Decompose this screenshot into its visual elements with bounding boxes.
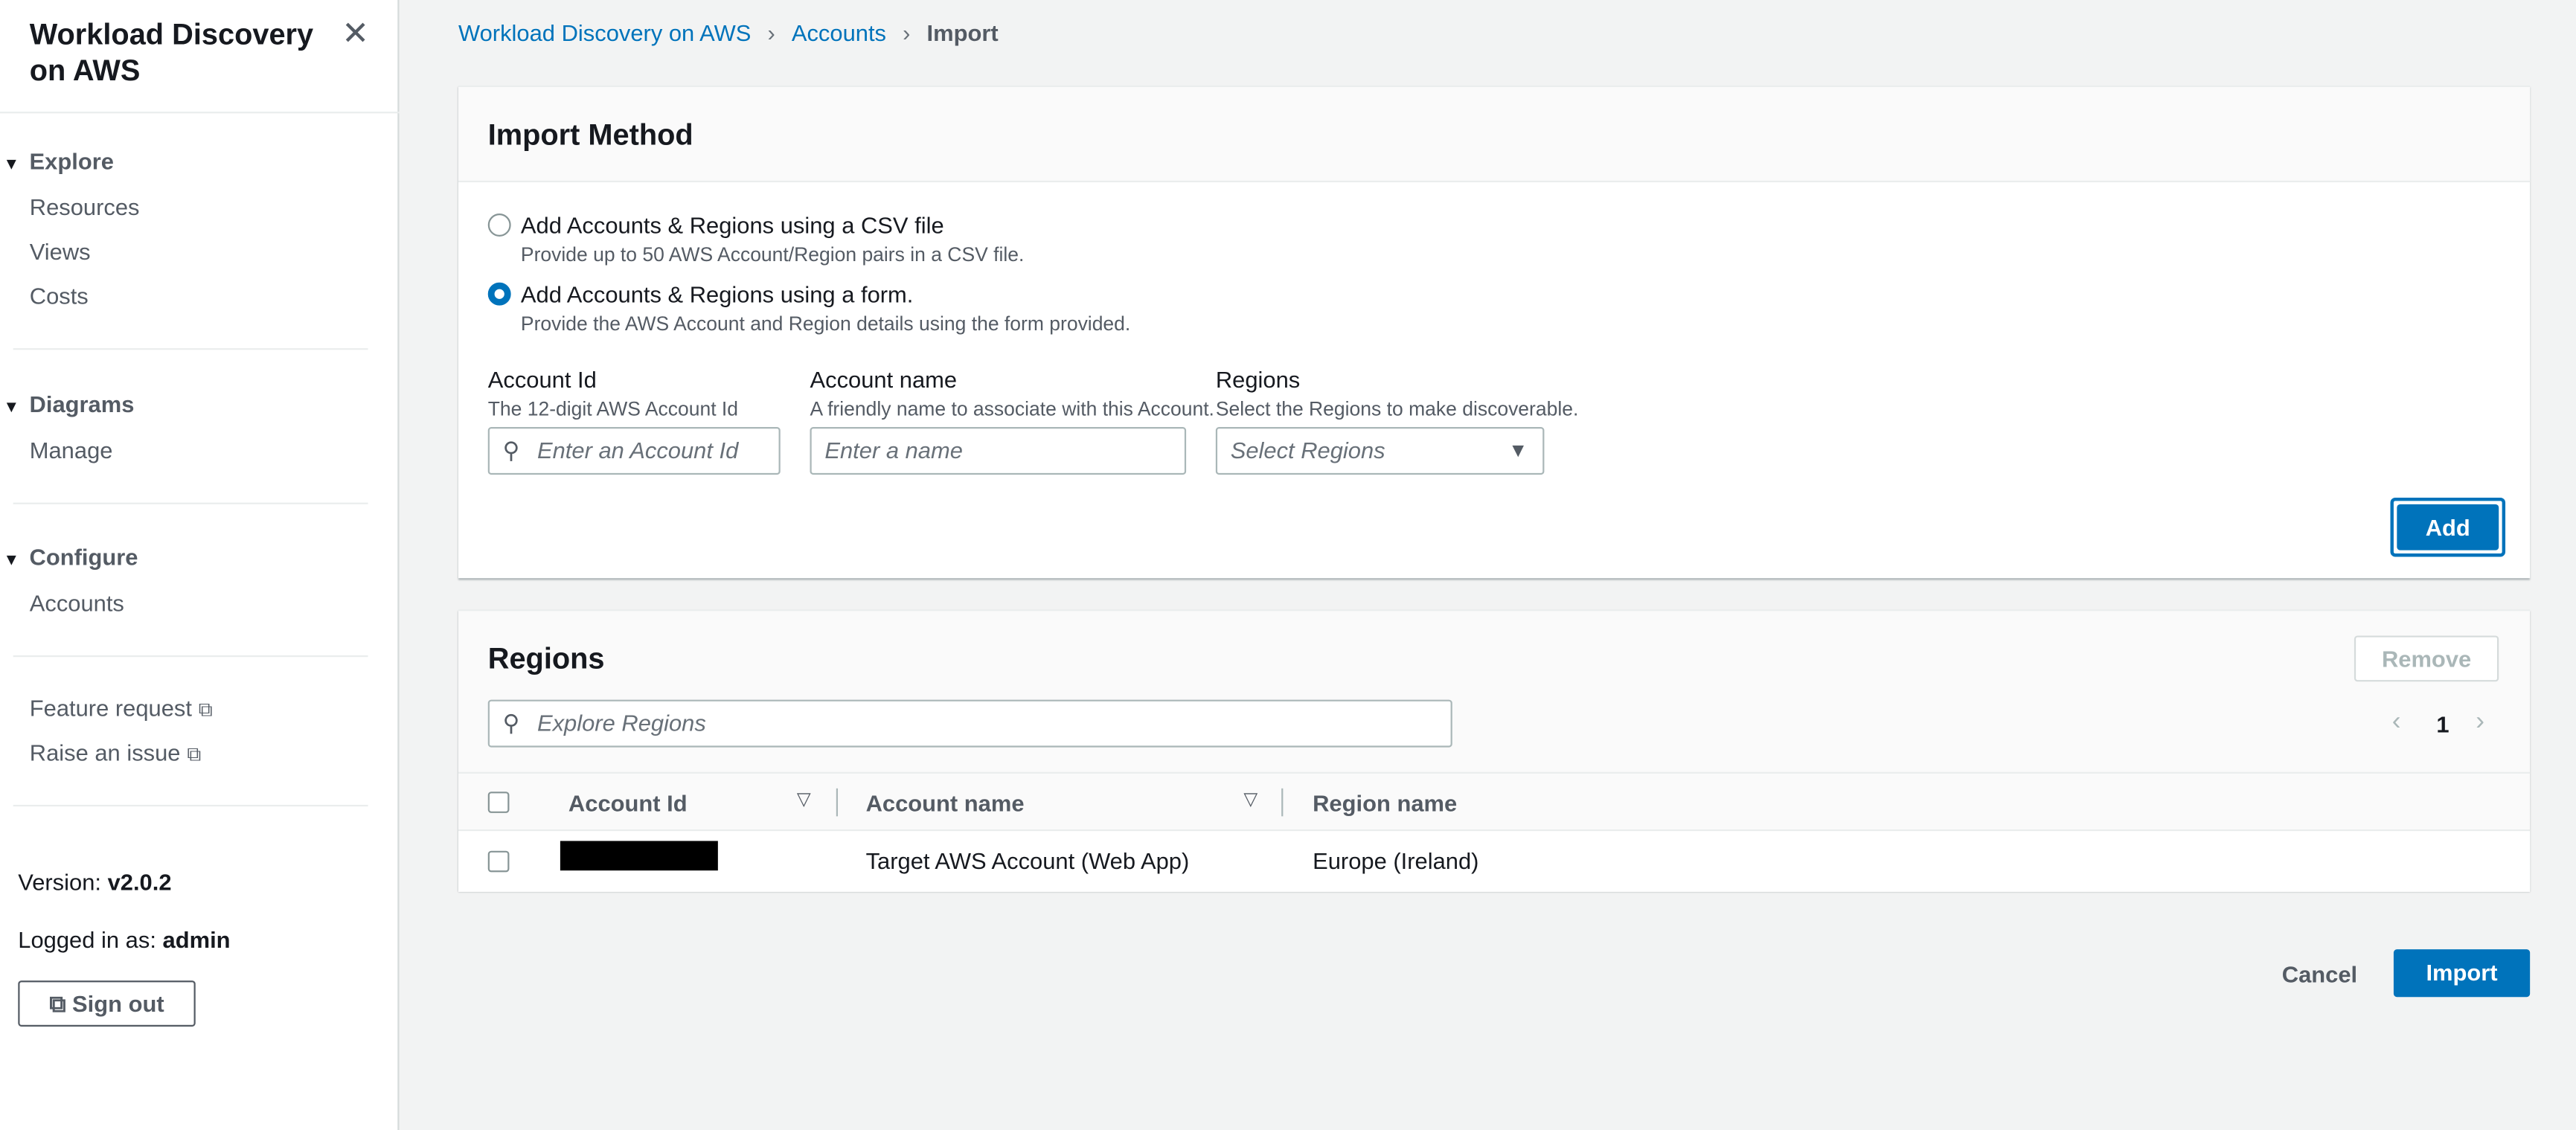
nav-resources[interactable]: Resources (30, 194, 140, 220)
row-checkbox[interactable] (487, 850, 510, 873)
logged-in-info: Logged in as: admin (18, 926, 231, 953)
form-option-desc: Provide the AWS Account and Region detai… (520, 312, 1131, 336)
select-all-checkbox[interactable] (487, 792, 510, 813)
sort-icon[interactable]: ▽ (1243, 789, 1257, 809)
column-account-id[interactable]: Account Id (568, 790, 688, 816)
previous-page-icon[interactable]: ‹ (2392, 708, 2401, 738)
search-icon: ⚲ (502, 437, 520, 463)
section-diagrams[interactable]: ▼ Diagrams (3, 391, 134, 417)
sort-icon[interactable]: ▽ (797, 789, 811, 809)
remove-button[interactable]: Remove (2354, 635, 2499, 682)
side-navigation: Workload Discovery on AWS ✕ ▼ Explore Res… (0, 0, 400, 1130)
account-name-label: Account name (810, 366, 958, 393)
external-link-icon: ⧉ (187, 742, 202, 765)
page-number[interactable]: 1 (2436, 711, 2449, 737)
external-link-icon: ⧉ (198, 698, 213, 722)
app-title: Workload Discovery on AWS (29, 18, 314, 88)
cell-region: Europe (Ireland) (1313, 847, 1479, 874)
caret-down-icon: ▼ (3, 155, 20, 175)
csv-option-label[interactable]: Add Accounts & Regions using a CSV file (521, 212, 944, 238)
account-name-desc: A friendly name to associate with this A… (810, 397, 1214, 421)
nav-views[interactable]: Views (30, 238, 91, 264)
import-method-panel: Import Method Add Accounts & Regions usi… (458, 85, 2531, 579)
account-id-input[interactable]: ⚲ Enter an Account Id (487, 427, 781, 475)
cancel-button[interactable]: Cancel (2282, 961, 2357, 987)
add-button[interactable]: Add (2397, 504, 2499, 550)
add-button-focus[interactable]: Add (2390, 497, 2506, 557)
divider (13, 804, 368, 807)
section-explore[interactable]: ▼ Explore (3, 148, 114, 174)
explore-regions-search[interactable]: ⚲ Explore Regions (487, 699, 1452, 748)
form-radio[interactable] (487, 282, 511, 306)
regions-panel: Regions Remove ⚲ Explore Regions ‹ 1 › Ac… (458, 609, 2531, 892)
panel-title: Import Method (487, 118, 693, 152)
divider (0, 112, 400, 114)
nav-manage[interactable]: Manage (30, 437, 113, 463)
regions-select[interactable]: Select Regions ▼ (1215, 427, 1545, 475)
column-resizer[interactable] (836, 788, 839, 817)
column-account-name[interactable]: Account name (866, 790, 1025, 816)
search-icon: ⚲ (502, 709, 520, 736)
breadcrumb-current: Import (926, 19, 999, 46)
raise-issue-link[interactable]: Raise an issue ⧉ (30, 739, 202, 768)
next-page-icon[interactable]: › (2476, 708, 2484, 738)
regions-label: Regions (1215, 366, 1301, 393)
section-configure[interactable]: ▼ Configure (3, 544, 138, 570)
caret-down-icon: ▼ (1508, 438, 1528, 462)
nav-costs[interactable]: Costs (30, 283, 89, 309)
divider (13, 502, 368, 504)
cell-account-name: Target AWS Account (Web App) (865, 847, 1190, 874)
column-resizer[interactable] (1281, 788, 1284, 817)
panel-title: Regions (487, 642, 605, 675)
table-header: Account Id ▽ Account name ▽ Region name (458, 771, 2531, 832)
divider (13, 348, 368, 350)
panel-header: Import Method (458, 87, 2531, 183)
nav-accounts[interactable]: Accounts (30, 590, 124, 616)
breadcrumb-accounts[interactable]: Accounts (792, 19, 886, 45)
account-id-desc: The 12-digit AWS Account Id (487, 397, 739, 421)
regions-desc: Select the Regions to make discoverable. (1215, 397, 1579, 421)
version-info: Version: v2.0.2 (18, 868, 172, 896)
redacted-account-id (560, 841, 718, 871)
csv-option-desc: Provide up to 50 AWS Account/Region pair… (520, 243, 1025, 266)
caret-down-icon: ▼ (3, 399, 20, 417)
chevron-right-icon: › (903, 19, 911, 46)
csv-radio[interactable] (487, 214, 511, 237)
external-link-icon: ⧉ (49, 990, 66, 1017)
close-icon[interactable]: ✕ (342, 13, 369, 54)
divider (13, 655, 368, 658)
column-region-name[interactable]: Region name (1313, 790, 1457, 816)
form-option-label[interactable]: Add Accounts & Regions using a form. (521, 281, 914, 307)
import-button[interactable]: Import (2393, 949, 2531, 998)
account-id-label: Account Id (487, 366, 597, 393)
sign-out-button[interactable]: ⧉ Sign out (18, 980, 196, 1027)
caret-down-icon: ▼ (3, 551, 20, 571)
table-row: Target AWS Account (Web App) Europe (Ire… (458, 831, 2531, 892)
account-name-input[interactable]: Enter a name (810, 427, 1187, 475)
breadcrumb: Workload Discovery on AWS › Accounts › Impor… (458, 19, 999, 45)
feature-request-link[interactable]: Feature request ⧉ (30, 695, 213, 723)
chevron-right-icon: › (767, 19, 775, 46)
breadcrumb-home[interactable]: Workload Discovery on AWS (458, 19, 751, 45)
